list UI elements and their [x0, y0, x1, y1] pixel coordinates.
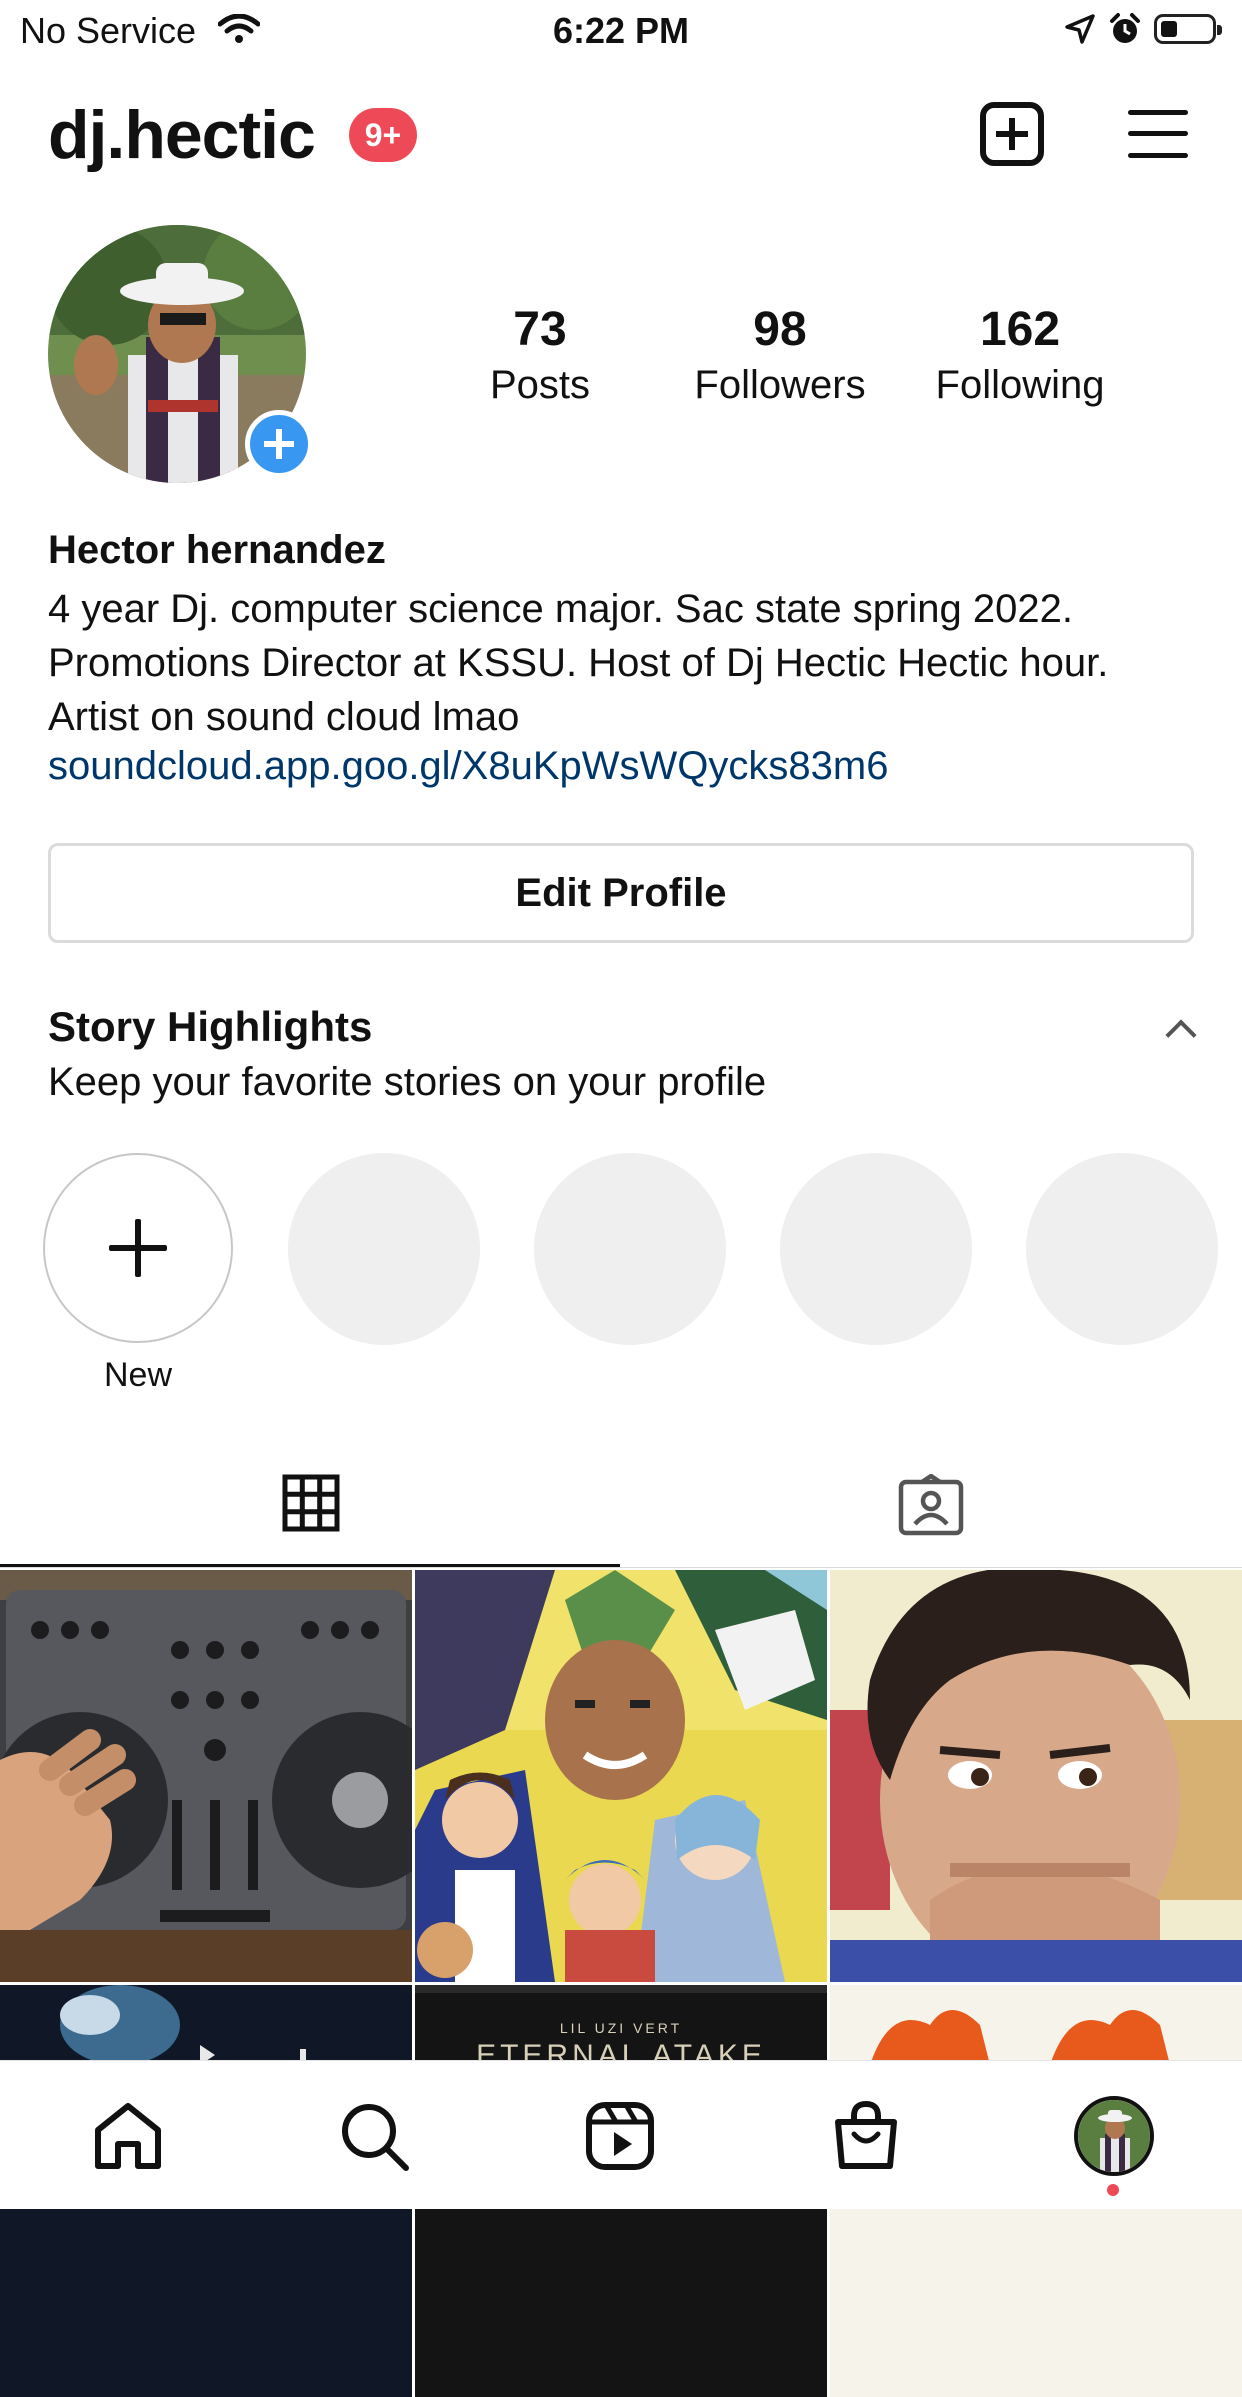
post-thumbnail[interactable] — [830, 1570, 1242, 1982]
status-bar: No Service 6:22 PM — [0, 0, 1242, 64]
new-highlight-button[interactable] — [43, 1153, 233, 1343]
clock: 6:22 PM — [552, 10, 690, 51]
tab-divider — [0, 1567, 1242, 1568]
highlight-placeholder — [780, 1153, 972, 1345]
new-highlight-label: New — [103, 1356, 173, 1394]
profile-bio: 4 year Dj. computer science major. Sac s… — [48, 587, 1109, 739]
home-icon[interactable] — [92, 2100, 164, 2172]
grid-icon[interactable] — [282, 1474, 340, 1532]
post-thumbnail[interactable] — [0, 1570, 412, 1982]
highlight-placeholder — [1026, 1153, 1218, 1345]
story-highlights-title: Story Highlights — [48, 1003, 373, 1050]
reels-icon[interactable] — [584, 2100, 656, 2172]
followers-count[interactable]: 98 Followers — [660, 300, 900, 410]
edit-profile-button[interactable]: Edit Profile — [48, 843, 1194, 943]
add-story-button[interactable] — [245, 410, 313, 478]
album-artist-text: LIL UZI VERT — [560, 2020, 682, 2036]
alarm-icon — [1110, 13, 1140, 43]
profile-tab-avatar[interactable] — [1074, 2096, 1154, 2176]
profile-username[interactable]: dj.hectic — [48, 96, 316, 174]
followers-label: Followers — [694, 363, 866, 407]
following-label: Following — [935, 363, 1105, 407]
location-arrow-icon — [1065, 14, 1095, 44]
profile-full-name: Hector hernandez — [48, 528, 386, 572]
following-value: 162 — [979, 303, 1061, 356]
search-icon[interactable] — [338, 2100, 410, 2172]
notification-badge[interactable]: 9+ — [349, 108, 417, 162]
posts-count[interactable]: 73 Posts — [420, 300, 660, 410]
followers-value: 98 — [753, 303, 807, 356]
posts-label: Posts — [489, 363, 591, 407]
activity-dot — [1107, 2184, 1119, 2196]
story-highlights-subtitle: Keep your favorite stories on your profi… — [48, 1060, 767, 1104]
profile-link[interactable]: soundcloud.app.goo.gl/X8uKpWsWQycks83m6 — [48, 744, 888, 789]
menu-icon[interactable] — [1128, 108, 1188, 160]
plus-square-icon[interactable] — [980, 102, 1044, 166]
highlight-placeholder — [534, 1153, 726, 1345]
following-count[interactable]: 162 Following — [900, 300, 1140, 410]
tagged-icon[interactable] — [898, 1474, 964, 1536]
posts-value: 73 — [513, 303, 567, 356]
shop-icon[interactable] — [830, 2100, 902, 2172]
highlight-placeholder — [288, 1153, 480, 1345]
chevron-up-icon[interactable] — [1165, 1019, 1197, 1051]
battery-icon — [1154, 14, 1222, 44]
post-thumbnail[interactable] — [415, 1570, 827, 1982]
